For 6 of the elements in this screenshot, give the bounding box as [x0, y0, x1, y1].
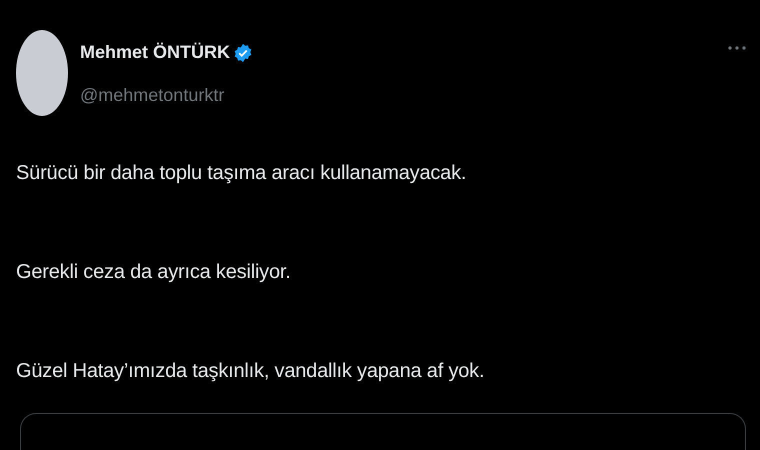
tweet-text: Gerekli ceza da ayrıca kesiliyor.	[16, 261, 292, 284]
tweet-text: Sürücü bir daha toplu taşıma aracı kullanamayacak.	[16, 162, 468, 185]
author-name[interactable]: Mehmet ÖNTÜRK	[80, 42, 230, 63]
tweet-text: Güzel Hatay’ımızda taşkınlık, vandallık yapana af yok.	[16, 360, 486, 383]
more-icon[interactable]	[728, 46, 746, 50]
author-handle[interactable]: @mehmetonturktr	[80, 85, 716, 106]
